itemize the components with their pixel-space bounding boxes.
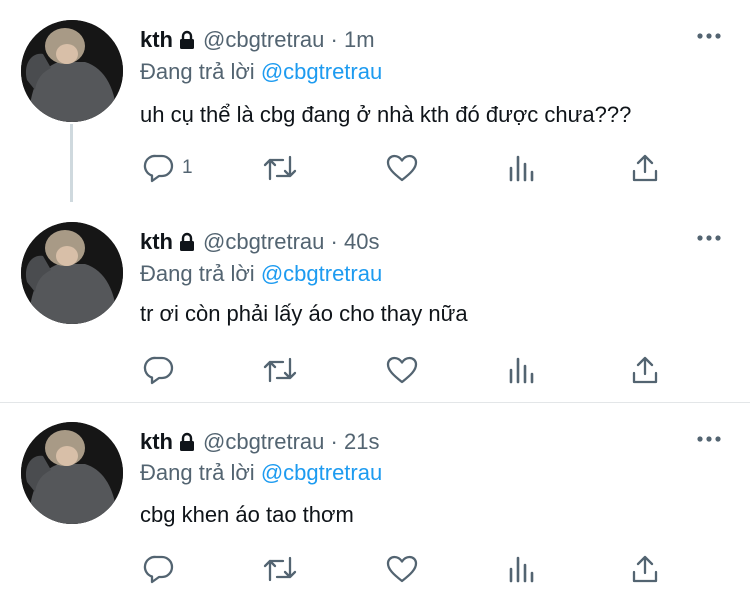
tweet[interactable]: kth @cbgtretrau · 40s Đang trả lời @cbgtr…: [0, 202, 750, 402]
action-bar: [140, 553, 680, 585]
views-button[interactable]: [507, 553, 537, 585]
display-name[interactable]: kth: [140, 27, 173, 52]
avatar[interactable]: [21, 422, 123, 524]
thread-line: [70, 124, 73, 202]
retweet-icon: [263, 155, 297, 181]
separator: ·: [330, 429, 338, 454]
lock-icon: [177, 231, 197, 259]
like-icon: [386, 154, 418, 182]
reply-mention[interactable]: @cbgtretrau: [261, 59, 382, 84]
like-button[interactable]: [385, 152, 419, 184]
reply-mention[interactable]: @cbgtretrau: [261, 261, 382, 286]
lock-icon: [177, 29, 197, 57]
reply-button[interactable]: 1: [143, 152, 193, 184]
more-icon[interactable]: [696, 230, 722, 241]
reply-button[interactable]: [143, 354, 182, 386]
tweet[interactable]: kth @cbgtretrau · 21s Đang trả lời @cbgtr…: [0, 402, 750, 598]
separator: ·: [330, 27, 338, 52]
action-bar: 1: [140, 152, 680, 184]
views-icon: [509, 357, 534, 384]
retweet-button[interactable]: [262, 553, 298, 585]
timestamp[interactable]: 1m: [344, 27, 375, 52]
tweet-text: cbg khen áo tao thơm: [140, 502, 354, 527]
timestamp[interactable]: 40s: [344, 229, 379, 254]
reply-mention[interactable]: @cbgtretrau: [261, 460, 382, 485]
reply-prefix: Đang trả lời: [140, 59, 255, 84]
views-icon: [509, 556, 534, 583]
avatar[interactable]: [21, 20, 123, 122]
separator: ·: [330, 229, 338, 254]
tweet[interactable]: kth @cbgtretrau · 1m Đang trả lời @cbgtre…: [0, 0, 750, 202]
avatar-image: [21, 422, 123, 524]
tweet-header: kth @cbgtretrau · 1m: [140, 26, 375, 57]
user-handle[interactable]: @cbgtretrau: [203, 27, 324, 52]
retweet-button[interactable]: [262, 152, 298, 184]
action-bar: [140, 354, 680, 386]
tweet-text: tr ơi còn phải lấy áo cho thay nữa: [140, 301, 468, 326]
tweet-header: kth @cbgtretrau · 40s: [140, 228, 379, 259]
like-button[interactable]: [385, 354, 419, 386]
display-name[interactable]: kth: [140, 429, 173, 454]
share-button[interactable]: [630, 152, 660, 184]
share-button[interactable]: [630, 354, 660, 386]
lock-icon: [177, 431, 197, 459]
reply-prefix: Đang trả lời: [140, 460, 255, 485]
reply-prefix: Đang trả lời: [140, 261, 255, 286]
like-icon: [386, 555, 418, 583]
like-button[interactable]: [385, 553, 419, 585]
views-button[interactable]: [507, 152, 537, 184]
reply-context: Đang trả lời @cbgtretrau: [140, 260, 382, 288]
views-button[interactable]: [507, 354, 537, 386]
reply-icon: [143, 555, 174, 584]
reply-context: Đang trả lời @cbgtretrau: [140, 459, 382, 487]
avatar-image: [21, 20, 123, 122]
share-icon: [632, 154, 658, 182]
timestamp[interactable]: 21s: [344, 429, 379, 454]
more-icon[interactable]: [696, 28, 722, 39]
reply-icon: [143, 356, 174, 385]
retweet-icon: [263, 556, 297, 582]
reply-button[interactable]: [143, 553, 182, 585]
reply-icon: [143, 154, 174, 183]
avatar-image: [21, 222, 123, 324]
reply-context: Đang trả lời @cbgtretrau: [140, 58, 382, 86]
tweet-text: uh cụ thể là cbg đang ở nhà kth đó được …: [140, 102, 632, 127]
more-icon[interactable]: [696, 431, 722, 442]
tweet-header: kth @cbgtretrau · 21s: [140, 428, 379, 459]
user-handle[interactable]: @cbgtretrau: [203, 429, 324, 454]
display-name[interactable]: kth: [140, 229, 173, 254]
share-button[interactable]: [630, 553, 660, 585]
share-icon: [632, 356, 658, 384]
views-icon: [509, 155, 534, 182]
reply-count: 1: [182, 157, 193, 178]
avatar[interactable]: [21, 222, 123, 324]
like-icon: [386, 356, 418, 384]
retweet-button[interactable]: [262, 354, 298, 386]
retweet-icon: [263, 357, 297, 383]
user-handle[interactable]: @cbgtretrau: [203, 229, 324, 254]
share-icon: [632, 555, 658, 583]
